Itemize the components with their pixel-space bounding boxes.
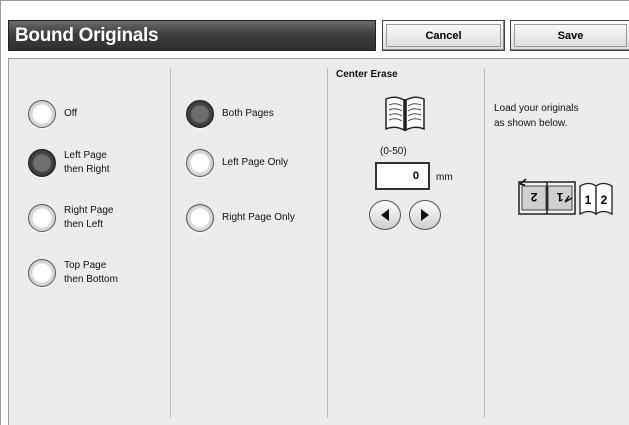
cancel-button[interactable]: Cancel bbox=[382, 20, 505, 51]
radio-label: Left Page Only bbox=[222, 157, 289, 168]
save-button[interactable]: Save bbox=[510, 20, 629, 51]
radio-circle bbox=[186, 149, 214, 177]
open-book-icon bbox=[385, 96, 425, 132]
arrow-left-icon bbox=[381, 209, 389, 221]
diagram-book-left-number: 1 bbox=[585, 193, 592, 207]
diagram-page-right-number: 1 bbox=[556, 190, 563, 204]
title-bar: Bound Originals bbox=[8, 20, 376, 51]
radio-both-pages[interactable]: Both Pages bbox=[186, 100, 274, 128]
page-title: Bound Originals bbox=[15, 25, 159, 46]
cancel-button-label: Cancel bbox=[425, 29, 462, 42]
diagram-book-right-number: 2 bbox=[601, 193, 608, 207]
decrease-button[interactable] bbox=[369, 200, 401, 230]
radio-off[interactable]: Off bbox=[28, 100, 77, 128]
unit-label: mm bbox=[436, 172, 453, 183]
center-erase-input[interactable]: 0 bbox=[375, 162, 430, 190]
radio-circle bbox=[186, 100, 214, 128]
book-placement-diagram: 2 1 1 2 bbox=[518, 178, 613, 216]
radio-circle bbox=[186, 204, 214, 232]
radio-label: Both Pages bbox=[222, 108, 274, 119]
radio-left-page-only[interactable]: Left Page Only bbox=[186, 149, 288, 177]
center-erase-title: Center Erase bbox=[336, 69, 398, 80]
arrow-right-icon bbox=[421, 209, 429, 221]
radio-top-page-then-bottom[interactable]: Top Page then Bottom bbox=[28, 259, 118, 287]
radio-circle bbox=[28, 204, 56, 232]
save-button-label: Save bbox=[557, 29, 584, 42]
column-divider bbox=[484, 68, 485, 418]
increase-button[interactable] bbox=[409, 200, 441, 230]
radio-right-page-then-left[interactable]: Right Page then Left bbox=[28, 204, 113, 232]
column-divider bbox=[170, 68, 171, 418]
radio-left-page-then-right[interactable]: Left Page then Right bbox=[28, 149, 110, 177]
radio-label: Top Page then Bottom bbox=[64, 260, 118, 285]
radio-label: Right Page Only bbox=[222, 212, 295, 223]
radio-circle bbox=[28, 259, 56, 287]
radio-circle bbox=[28, 149, 56, 177]
load-instructions: Load your originals as shown below. bbox=[494, 103, 579, 129]
column-divider bbox=[327, 68, 328, 418]
radio-label: Off bbox=[64, 108, 78, 119]
radio-circle bbox=[28, 100, 56, 128]
diagram-page-left-number: 2 bbox=[530, 190, 537, 204]
radio-label: Left Page then Right bbox=[64, 150, 110, 175]
radio-label: Right Page then Left bbox=[64, 205, 114, 230]
radio-right-page-only[interactable]: Right Page Only bbox=[186, 204, 295, 232]
value-range: (0-50) bbox=[380, 146, 407, 157]
